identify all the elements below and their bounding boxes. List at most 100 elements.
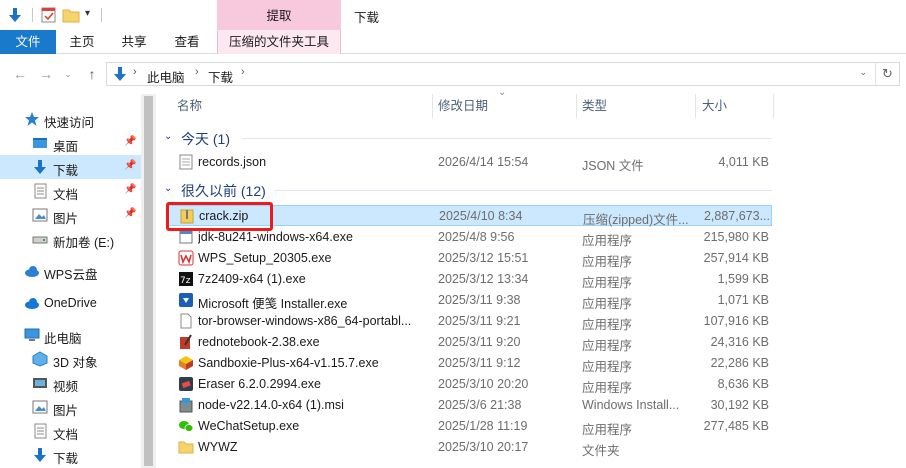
tab-view[interactable]: 查看 (166, 30, 208, 54)
forward-arrow-icon[interactable]: → (36, 64, 56, 84)
breadcrumb-this-pc[interactable]: 此电脑 (147, 67, 185, 86)
file-row-node-msi[interactable]: node-v22.14.0-x64 (1).msi 2025/3/6 21:38… (167, 395, 772, 416)
pin-icon[interactable]: 📌 (124, 160, 136, 171)
tab-home[interactable]: 主页 (62, 30, 102, 54)
pin-icon[interactable]: 📌 (124, 184, 136, 195)
file-type: 应用程序 (582, 234, 633, 248)
column-header-type[interactable]: 类型 (582, 94, 607, 118)
sidebar-item-wps-cloud[interactable]: WPS云盘 (0, 259, 141, 283)
column-header-name[interactable]: 名称 (177, 94, 202, 118)
file-row-sandboxie[interactable]: Sandboxie-Plus-x64-v1.15.7.exe 2025/3/11… (167, 353, 772, 374)
cloud-icon (25, 266, 39, 277)
file-name: records.json (198, 155, 267, 169)
sidebar-item-label: OneDrive (44, 296, 97, 310)
file-row-7zip[interactable]: 7z 7z2409-x64 (1).exe 2025/3/12 13:34 应用… (167, 269, 772, 290)
properties-check-icon[interactable] (40, 6, 58, 24)
recent-locations-chevron-icon[interactable]: ⌄ (58, 64, 78, 84)
column-divider[interactable] (773, 94, 774, 118)
file-date: 2025/3/11 9:12 (438, 356, 521, 370)
sidebar-item-documents[interactable]: 文档 📌 (0, 179, 141, 203)
file-row-records-json[interactable]: records.json 2026/4/14 15:54 JSON 文件 4,0… (167, 152, 772, 173)
sidebar-item-desktop[interactable]: 桌面 📌 (0, 131, 141, 155)
sidebar-scrollbar-thumb[interactable] (144, 96, 153, 466)
file-date: 2025/3/12 15:51 (438, 251, 529, 265)
sidebar-item-drive-e[interactable]: 新加卷 (E:) (0, 227, 141, 251)
file-type: 应用程序 (582, 423, 633, 437)
notebook-pen-icon (180, 334, 192, 349)
up-arrow-icon[interactable]: ↑ (82, 64, 102, 84)
breadcrumb-separator-icon[interactable]: › (195, 66, 199, 78)
sidebar-item-documents-pc[interactable]: 文档 (0, 419, 141, 443)
pin-icon[interactable]: 📌 (124, 136, 136, 147)
pin-icon[interactable]: 📌 (124, 208, 136, 219)
file-row-eraser[interactable]: Eraser 6.2.0.2994.exe 2025/3/10 20:20 应用… (167, 374, 772, 395)
sidebar-item-downloads[interactable]: 下载 📌 (0, 155, 141, 179)
sidebar-item-label: 文档 (53, 428, 79, 442)
sandboxie-icon (179, 356, 193, 370)
drive-icon (32, 236, 48, 244)
file-date: 2025/4/8 9:56 (438, 230, 515, 244)
file-row-wechat-setup[interactable]: WeChatSetup.exe 2025/1/28 11:19 应用程序 277… (167, 416, 772, 437)
file-name: tor-browser-windows-x86_64-portabl... (198, 314, 412, 328)
group-header-today[interactable]: ⌄ 今天 (1) (162, 128, 772, 148)
navigation-pane: 快速访问 桌面 📌 下载 📌 文档 📌 图片 📌 新加卷 (E:) WPS云盘 … (0, 94, 141, 468)
column-header-date[interactable]: 修改日期 (438, 94, 488, 118)
onedrive-cloud-icon (25, 298, 39, 309)
file-name: WPS_Setup_20305.exe (198, 251, 332, 265)
context-tab-extract[interactable]: 提取 (217, 0, 341, 30)
column-header-size[interactable]: 大小 (702, 94, 727, 118)
file-date: 2025/3/6 21:38 (438, 398, 522, 412)
eraser-icon (179, 377, 193, 391)
refresh-icon[interactable]: ↻ (875, 63, 899, 85)
pictures-icon (32, 208, 48, 222)
download-arrow-icon[interactable] (6, 6, 24, 24)
toolbar-divider (101, 8, 102, 22)
sidebar-item-downloads-pc[interactable]: 下载 (0, 443, 141, 467)
sidebar-item-label: WPS云盘 (44, 268, 98, 282)
file-type: 应用程序 (582, 339, 633, 353)
column-divider[interactable] (576, 94, 577, 118)
breadcrumb-downloads[interactable]: 下载 (208, 67, 233, 86)
column-divider[interactable] (695, 94, 696, 118)
group-divider (274, 190, 772, 191)
file-size: 2,887,673... (703, 209, 770, 223)
column-divider[interactable] (432, 94, 433, 118)
customize-toolbar-chevron-icon[interactable]: ▾ (85, 8, 90, 19)
sidebar-item-pictures[interactable]: 图片 📌 (0, 203, 141, 227)
wps-installer-icon (178, 250, 194, 266)
sidebar-item-videos[interactable]: 视频 (0, 371, 141, 395)
sidebar-item-onedrive[interactable]: OneDrive (0, 291, 141, 315)
file-date: 2025/3/11 9:20 (438, 335, 521, 349)
file-row-wps-setup[interactable]: WPS_Setup_20305.exe 2025/3/12 15:51 应用程序… (167, 248, 772, 269)
file-type: 压缩(zipped)文件... (583, 213, 689, 227)
file-row-rednotebook[interactable]: rednotebook-2.38.exe 2025/3/11 9:20 应用程序… (167, 332, 772, 353)
file-row-tor-browser[interactable]: tor-browser-windows-x86_64-portabl... 20… (167, 311, 772, 332)
chevron-down-icon: ⌄ (164, 131, 173, 142)
back-arrow-icon[interactable]: ← (10, 64, 30, 84)
documents-icon (34, 183, 47, 199)
file-row-sticky-notes-installer[interactable]: Microsoft 便笺 Installer.exe 2025/3/11 9:3… (167, 290, 772, 311)
tab-file[interactable]: 文件 (0, 30, 56, 54)
address-history-chevron-icon[interactable]: ⌄ (859, 67, 867, 78)
file-size: 1,071 KB (717, 293, 769, 307)
breadcrumb-separator-icon[interactable]: › (133, 66, 137, 78)
sidebar-item-label: 新加卷 (E:) (53, 236, 115, 250)
sidebar-item-this-pc[interactable]: 此电脑 (0, 323, 141, 347)
address-bar[interactable]: › 此电脑 › 下载 › ⌄ ↻ (106, 62, 900, 86)
file-name: Sandboxie-Plus-x64-v1.15.7.exe (198, 356, 379, 370)
toolbar-divider (32, 8, 33, 22)
file-row-wywz-folder[interactable]: WYWZ 2025/3/10 20:17 文件夹 (167, 437, 772, 458)
new-folder-icon[interactable] (62, 6, 80, 24)
tab-share[interactable]: 共享 (114, 30, 154, 54)
tab-compressed-folder-tools[interactable]: 压缩的文件夹工具 (217, 30, 341, 54)
file-date: 2025/3/12 13:34 (438, 272, 529, 286)
sidebar-item-3d-objects[interactable]: 3D 对象 (0, 347, 141, 371)
sidebar-item-quick-access[interactable]: 快速访问 (0, 107, 141, 131)
breadcrumb-separator-icon[interactable]: › (241, 66, 245, 78)
sidebar-item-pictures-pc[interactable]: 图片 (0, 395, 141, 419)
folder-icon (178, 441, 194, 454)
installer-download-icon (179, 293, 193, 307)
group-label: 今天 (1) (181, 131, 230, 147)
computer-icon (24, 328, 40, 341)
group-header-long-ago[interactable]: ⌄ 很久以前 (12) (162, 180, 772, 200)
